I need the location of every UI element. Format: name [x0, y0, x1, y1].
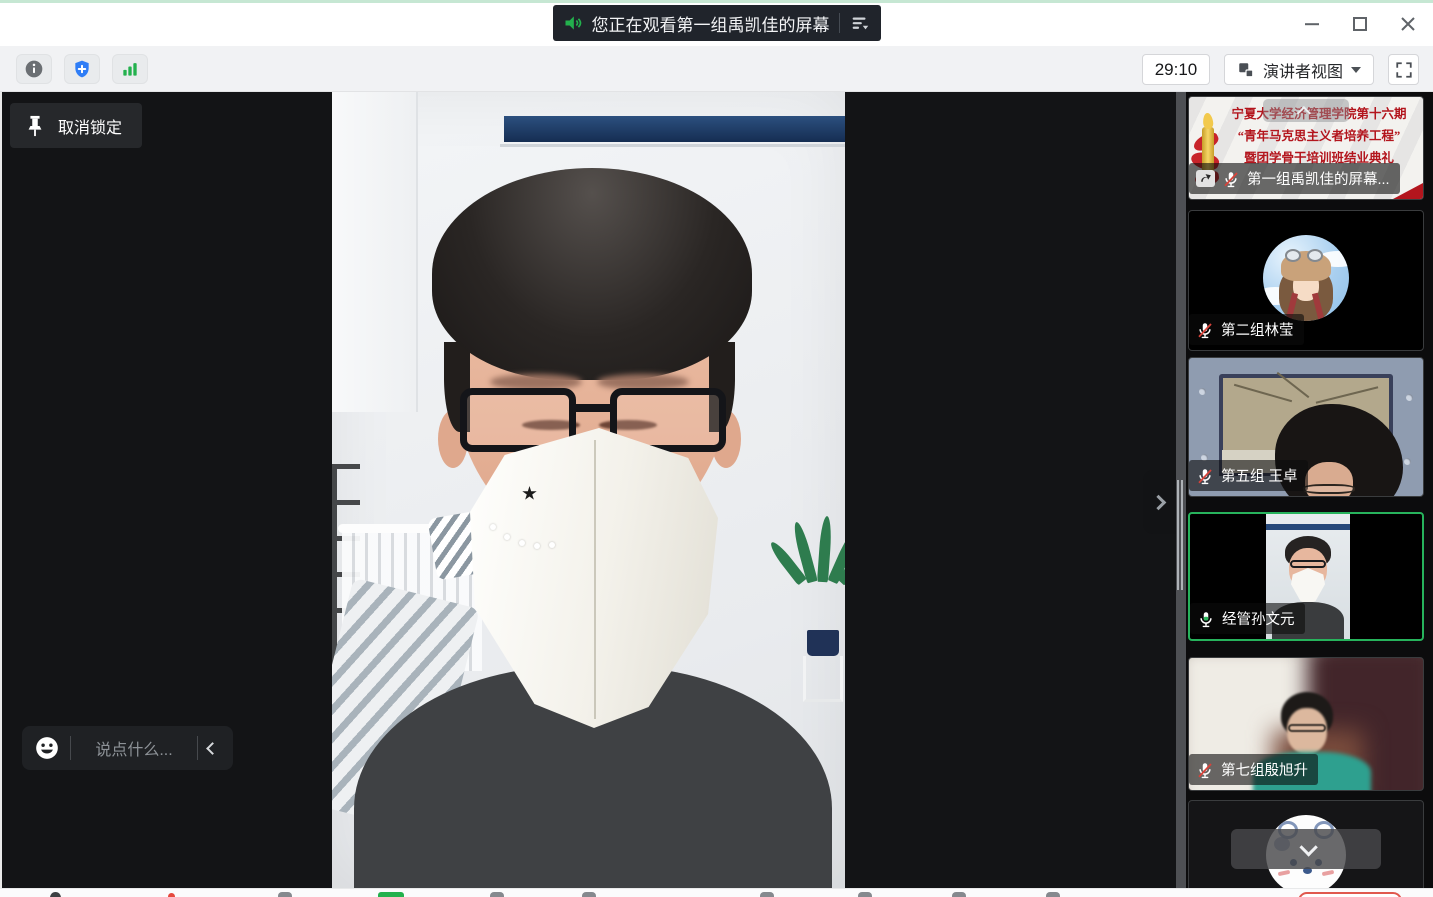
avatar	[1263, 235, 1349, 321]
chat-collapse-icon[interactable]	[206, 742, 219, 755]
toolbar-button-partial[interactable]	[760, 892, 774, 897]
main-stage: 取消锁定 说点什么...	[0, 92, 1433, 888]
chevron-up-icon	[1297, 106, 1311, 120]
shield-plus-icon	[72, 59, 92, 79]
participant-tile-active-speaker[interactable]: 经管孙文元	[1188, 512, 1424, 641]
timer-value: 29:10	[1155, 60, 1198, 80]
chevron-right-icon	[1150, 494, 1166, 510]
scroll-up-button[interactable]	[1263, 99, 1349, 122]
end-meeting-button-partial[interactable]	[1298, 892, 1402, 897]
toolbar-button-partial[interactable]	[952, 892, 966, 897]
screenshare-tile[interactable]: 宁夏大学经济管理学院第十六期 “青年马克思主义者培养工程” 暨团学骨干培训班结业…	[1188, 96, 1424, 200]
toolbar-button-partial[interactable]	[490, 892, 504, 897]
mic-muted-icon	[1196, 321, 1214, 339]
participant-tile[interactable]: 第五组 王卓	[1188, 357, 1424, 497]
chat-divider	[70, 736, 71, 760]
participant-name: 第二组林莹	[1221, 319, 1294, 340]
mic-muted-icon	[1196, 467, 1214, 485]
maximize-button[interactable]	[1347, 12, 1373, 36]
participant-tile-partial[interactable]	[1188, 800, 1424, 888]
scroll-down-button[interactable]	[1231, 829, 1381, 869]
meeting-info-button[interactable]	[16, 54, 52, 84]
close-button[interactable]	[1395, 12, 1421, 36]
sidebar-collapse-handle[interactable]	[1143, 470, 1176, 534]
chat-input[interactable]: 说点什么...	[81, 736, 187, 760]
mic-muted-icon	[1222, 170, 1240, 188]
chat-bar: 说点什么...	[22, 726, 233, 770]
minimize-button[interactable]	[1299, 12, 1325, 36]
toast-divider	[839, 13, 840, 33]
share-screen-button-partial[interactable]	[378, 892, 404, 897]
toolbar-right-group: 29:10 演讲者视图	[1142, 54, 1419, 85]
chevron-down-icon	[1351, 67, 1361, 73]
speaker-icon	[563, 13, 583, 33]
participant-name: 第七组殷旭升	[1221, 759, 1308, 780]
participant-name: 经管孙文元	[1222, 608, 1295, 629]
layout-menu-icon[interactable]	[849, 12, 871, 34]
participant-tile[interactable]: 第七组殷旭升	[1188, 657, 1424, 791]
chevron-down-icon	[1299, 838, 1317, 856]
mic-on-icon	[1197, 610, 1215, 628]
titlebar: 您正在观看第一组禹凯佳的屏幕	[0, 0, 1433, 46]
unpin-button[interactable]: 取消锁定	[10, 103, 142, 148]
meeting-timer: 29:10	[1142, 54, 1210, 85]
speaker-person	[332, 92, 845, 888]
toolbar-left-group	[16, 54, 148, 84]
network-quality-button[interactable]	[112, 54, 148, 84]
sidebar-resize-grip[interactable]	[1177, 480, 1185, 590]
pin-icon	[26, 115, 44, 137]
toolbar-button-partial[interactable]	[582, 892, 596, 897]
participants-sidebar: 宁夏大学经济管理学院第十六期 “青年马克思主义者培养工程” 暨团学骨干培训班结业…	[1186, 92, 1433, 888]
info-icon	[24, 59, 44, 79]
participant-tile[interactable]: 第二组林莹	[1188, 210, 1424, 351]
watching-toast: 您正在观看第一组禹凯佳的屏幕	[553, 5, 881, 41]
participant-label: 第七组殷旭升	[1189, 754, 1318, 785]
fullscreen-button[interactable]	[1388, 54, 1419, 85]
camera-button-partial[interactable]	[168, 893, 175, 897]
window-edge	[0, 92, 2, 888]
mic-muted-icon	[1196, 761, 1214, 779]
signal-bars-icon	[120, 59, 140, 79]
participant-name: 第五组 王卓	[1221, 465, 1298, 486]
toolbar-button-partial[interactable]	[858, 892, 872, 897]
view-mode-button[interactable]: 演讲者视图	[1224, 54, 1374, 85]
window-controls	[1299, 12, 1421, 36]
view-mode-label: 演讲者视图	[1263, 58, 1343, 82]
participant-name: 第一组禹凯佳的屏幕...	[1247, 168, 1390, 189]
meeting-window: 您正在观看第一组禹凯佳的屏幕	[0, 0, 1433, 897]
screenshare-icon	[1196, 170, 1215, 187]
participant-label: 第二组林莹	[1189, 314, 1304, 345]
toolbar-button-partial[interactable]	[278, 892, 292, 897]
unpin-label: 取消锁定	[58, 114, 122, 138]
toolbar-button-partial[interactable]	[1046, 892, 1060, 897]
participant-label: 经管孙文元	[1190, 603, 1305, 634]
meeting-toolbar: 29:10 演讲者视图	[0, 46, 1433, 92]
screenshare-border	[0, 0, 1433, 3]
fullscreen-icon	[1395, 61, 1413, 79]
screenshare-label: 第一组禹凯佳的屏幕...	[1189, 163, 1400, 194]
toast-text: 您正在观看第一组禹凯佳的屏幕	[592, 11, 830, 36]
main-speaker-video[interactable]	[332, 92, 845, 888]
chat-divider	[197, 736, 198, 760]
security-button[interactable]	[64, 54, 100, 84]
bottom-toolbar-partial	[0, 888, 1433, 897]
participant-label: 第五组 王卓	[1189, 460, 1308, 491]
emoji-icon[interactable]	[34, 735, 60, 761]
layout-view-icon	[1237, 61, 1255, 79]
mic-button-partial[interactable]	[50, 892, 61, 897]
